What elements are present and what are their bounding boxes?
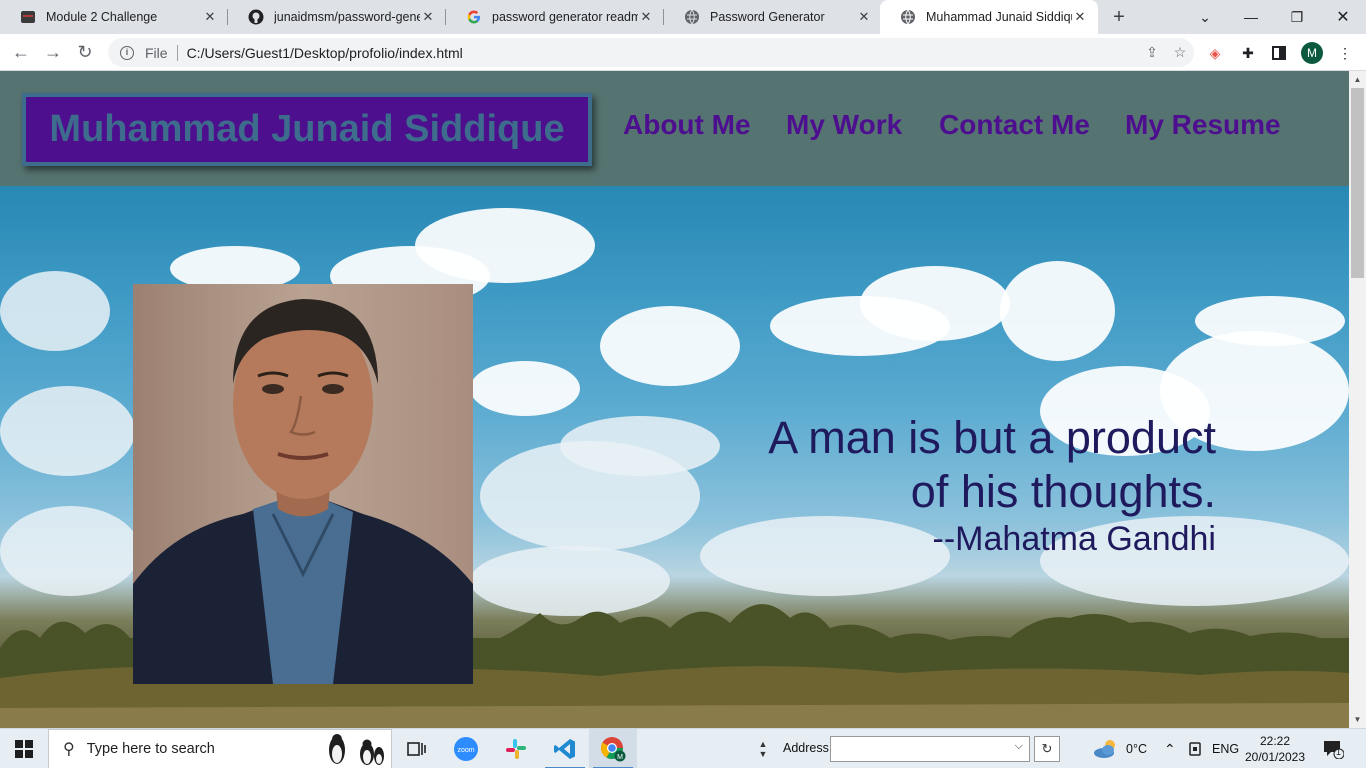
language-indicator[interactable]: ENG	[1212, 729, 1239, 768]
nav-about-me[interactable]: About Me	[623, 109, 751, 141]
weather-temperature: 0°C	[1126, 742, 1147, 756]
hero-banner: A man is but a product of his thoughts. …	[0, 186, 1349, 728]
search-placeholder: Type here to search	[86, 741, 215, 757]
tab-module-2-challenge[interactable]: Module 2 Challenge ✕	[0, 0, 228, 34]
profile-photo	[133, 284, 473, 684]
system-clock[interactable]: 22:22 20/01/2023	[1240, 733, 1310, 765]
url-text[interactable]: C:/Users/Guest1/Desktop/profolio/index.h…	[187, 45, 1138, 61]
close-icon[interactable]: ✕	[420, 9, 436, 25]
windows-taskbar: ⚲ Type here to search zoom M ▲ ▼ Address …	[0, 728, 1366, 768]
nav-my-resume[interactable]: My Resume	[1125, 109, 1281, 141]
scroll-thumb[interactable]	[1351, 88, 1364, 278]
chevron-down-icon[interactable]: ⌵	[1015, 740, 1023, 753]
close-window-button[interactable]: ✕	[1320, 0, 1366, 34]
github-icon	[248, 9, 264, 25]
chrome-app-icon[interactable]: M	[589, 729, 637, 768]
quote-line-1: A man is but a product	[768, 412, 1216, 463]
start-button[interactable]	[0, 729, 48, 768]
notification-center-icon[interactable]: 1	[1322, 739, 1345, 760]
address-toolbar-scroll-icon[interactable]: ▲ ▼	[752, 729, 774, 768]
restore-button[interactable]: ❐	[1274, 0, 1320, 34]
globe-icon	[900, 9, 916, 25]
new-tab-button[interactable]: +	[1106, 4, 1132, 30]
scroll-down-arrow-icon[interactable]: ▼	[1349, 711, 1366, 728]
module-favicon	[20, 9, 36, 25]
browser-toolbar: ← → ↻ i File C:/Users/Guest1/Desktop/pro…	[0, 34, 1366, 71]
bookmark-star-icon[interactable]: ☆	[1166, 44, 1194, 61]
tab-label: Password Generator	[710, 10, 825, 24]
weather-cloud-icon	[1094, 740, 1115, 758]
reload-button[interactable]: ↻	[72, 39, 98, 65]
weather-widget[interactable]: 0°C	[1092, 729, 1147, 768]
nav-my-work[interactable]: My Work	[786, 109, 902, 141]
share-icon[interactable]: ⇪	[1138, 44, 1166, 61]
show-hidden-icons-chevron-icon[interactable]: ⌃	[1164, 729, 1176, 768]
tab-search-chevron-icon[interactable]: ⌄	[1182, 0, 1228, 34]
tab-label: Muhammad Junaid Siddique	[926, 10, 1072, 24]
back-button[interactable]: ←	[8, 39, 34, 65]
scroll-up-arrow-icon[interactable]: ▲	[1349, 71, 1366, 88]
tab-label: junaidmsm/password-generator	[274, 10, 420, 24]
page-viewport: Muhammad Junaid Siddique About Me My Wor…	[0, 71, 1349, 728]
minimize-button[interactable]: —	[1228, 0, 1274, 34]
profile-avatar[interactable]: M	[1301, 42, 1323, 64]
divider	[176, 44, 178, 61]
side-panel-icon[interactable]	[1268, 42, 1290, 64]
extension-action-icon[interactable]: ◈	[1204, 42, 1226, 64]
svg-text:zoom: zoom	[457, 747, 474, 754]
windows-logo-icon	[15, 740, 33, 758]
close-icon[interactable]: ✕	[856, 9, 872, 25]
address-go-button[interactable]: ↻	[1034, 736, 1060, 762]
tab-password-generator[interactable]: Password Generator ✕	[664, 0, 882, 34]
url-scheme-label: File	[145, 44, 168, 61]
vscode-app-icon[interactable]	[541, 729, 589, 768]
task-view-icon[interactable]	[392, 729, 440, 768]
site-info-icon[interactable]: i	[120, 45, 134, 60]
close-icon[interactable]: ✕	[202, 9, 218, 25]
extensions-puzzle-icon[interactable]: ✚	[1237, 42, 1259, 64]
svg-text:M: M	[617, 754, 623, 761]
tab-label: Module 2 Challenge	[46, 10, 158, 24]
address-toolbar-input[interactable]: ⌵	[830, 736, 1030, 762]
taskbar-search-box[interactable]: ⚲ Type here to search	[48, 729, 392, 768]
globe-icon	[684, 9, 700, 25]
clock-date: 20/01/2023	[1244, 750, 1306, 764]
address-toolbar-label: Address	[783, 741, 829, 755]
tab-label: password generator readme	[492, 10, 638, 24]
menu-kebab-icon[interactable]: ⋮	[1334, 42, 1356, 64]
quote-author: --Mahatma Gandhi	[932, 520, 1216, 558]
penguins-search-highlight-icon	[329, 734, 384, 765]
forward-button[interactable]: →	[40, 39, 66, 65]
search-icon: ⚲	[63, 741, 75, 758]
slack-app-icon[interactable]	[492, 729, 540, 768]
clock-time: 22:22	[1259, 734, 1291, 748]
hero-quote: A man is but a product of his thoughts.	[696, 411, 1216, 519]
nav-contact-me[interactable]: Contact Me	[939, 109, 1090, 141]
tab-portfolio-active[interactable]: Muhammad Junaid Siddique ✕	[880, 0, 1098, 34]
notification-count: 1	[1336, 747, 1342, 757]
zoom-app-icon[interactable]: zoom	[442, 729, 490, 768]
tab-google-search[interactable]: password generator readme ✕	[446, 0, 664, 34]
tab-github-password-generator[interactable]: junaidmsm/password-generator ✕	[228, 0, 446, 34]
address-bar[interactable]: i File C:/Users/Guest1/Desktop/profolio/…	[108, 38, 1194, 67]
close-icon[interactable]: ✕	[638, 9, 654, 25]
tab-strip: Module 2 Challenge ✕ junaidmsm/password-…	[0, 0, 1366, 34]
page-scrollbar[interactable]: ▲ ▼	[1349, 71, 1366, 728]
google-icon	[466, 9, 482, 25]
site-header: Muhammad Junaid Siddique About Me My Wor…	[0, 71, 1349, 186]
site-title: Muhammad Junaid Siddique	[22, 93, 592, 166]
quote-line-2: of his thoughts.	[910, 466, 1216, 517]
network-device-icon[interactable]	[1188, 729, 1202, 768]
close-icon[interactable]: ✕	[1072, 9, 1088, 25]
